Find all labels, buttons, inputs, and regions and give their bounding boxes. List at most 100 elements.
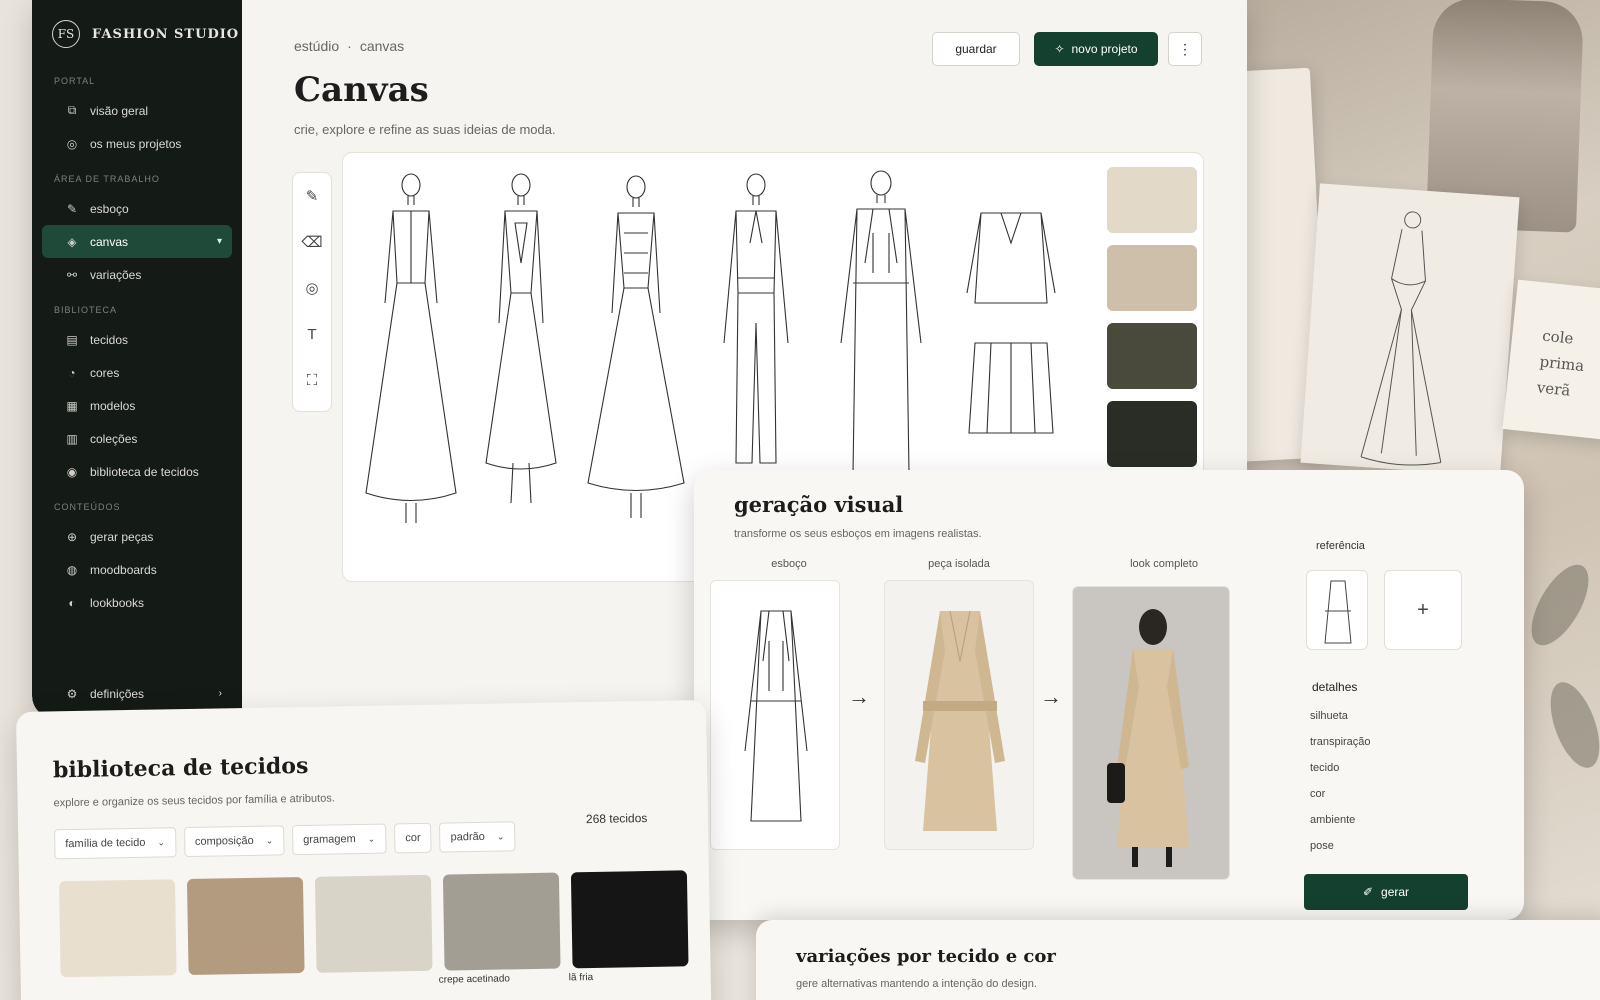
sketch-step-card[interactable] — [710, 580, 840, 850]
fabric-thumbnail[interactable] — [186, 877, 305, 976]
fabric-swatch[interactable] — [1107, 401, 1197, 467]
brand-name: FASHION STUDIO — [92, 26, 240, 42]
details-list: silhueta transpiração tecido cor ambient… — [1310, 710, 1371, 866]
sidebar-item-label: canvas — [90, 234, 129, 249]
sidebar-item-label: definições — [90, 686, 145, 701]
fabric-swatch[interactable] — [1107, 245, 1197, 311]
sidebar-item-label: coleções — [90, 431, 138, 446]
fabrics-icon: ▤ — [66, 332, 78, 347]
sidebar-item-fabrics[interactable]: ▤ tecidos — [42, 323, 232, 356]
panel-subtitle: transforme os seus esboços em imagens re… — [734, 528, 982, 540]
details-title: detalhes — [1312, 680, 1358, 694]
filter-label: cor — [405, 831, 421, 845]
models-icon: ▦ — [66, 398, 78, 413]
sidebar-item-label: lookbooks — [90, 595, 145, 610]
swatch-column — [1107, 167, 1197, 479]
fabric-thumbnail[interactable] — [442, 872, 561, 971]
sidebar-item-generate[interactable]: ⊕ gerar peças — [42, 520, 232, 553]
filter-dropdown[interactable]: cor — [394, 822, 432, 854]
fabric-thumbnail[interactable] — [58, 879, 177, 978]
flat-sketch-top — [966, 212, 1056, 304]
arrow-right-icon: → — [848, 684, 870, 709]
detail-item[interactable]: silhueta — [1310, 710, 1371, 736]
add-reference-button[interactable]: + — [1384, 570, 1462, 650]
sketch-figure — [365, 173, 457, 523]
logo-mark: FS — [52, 20, 80, 48]
detail-item[interactable]: pose — [1310, 840, 1371, 866]
sketch-icon: ✎ — [66, 201, 78, 216]
sidebar-section-title: BIBLIOTECA — [54, 305, 118, 315]
fabric-label: crepe acetinado — [438, 973, 511, 986]
sidebar-item-label: variações — [90, 267, 142, 282]
variations-icon: ⚯ — [66, 267, 78, 282]
generate-button[interactable]: ✐ gerar — [1304, 874, 1468, 910]
overview-icon: ⧉ — [67, 103, 77, 117]
note-line: verã — [1536, 378, 1572, 400]
sidebar-item-fabric-library[interactable]: ◉ biblioteca de tecidos — [42, 455, 232, 488]
text-icon[interactable]: T — [293, 311, 331, 357]
sidebar-item-sketch[interactable]: ✎ esboço — [42, 192, 232, 225]
beige-coat-image — [915, 610, 1005, 831]
projects-icon: ◎ — [66, 136, 78, 151]
fabric-thumbnail[interactable] — [570, 870, 689, 969]
sidebar-item-projects[interactable]: ◎ os meus projetos — [42, 127, 232, 160]
fill-icon[interactable]: ◎ — [293, 265, 331, 311]
fabric-library-panel: biblioteca de tecidos explore e organize… — [16, 699, 712, 1000]
sparkle-icon: ✧ — [1054, 42, 1065, 56]
chevron-right-icon: › — [218, 688, 222, 699]
fabric-swatch[interactable] — [1107, 167, 1197, 233]
brand-logo[interactable]: FS FASHION STUDIO — [32, 20, 242, 48]
step-label: look completo — [1130, 558, 1198, 570]
sidebar-item-label: esboço — [90, 201, 129, 216]
arrow-right-icon: → — [1040, 684, 1062, 709]
panel-title: geração visual — [734, 492, 904, 517]
breadcrumb-item[interactable]: canvas — [360, 38, 404, 54]
sidebar-item-variations[interactable]: ⚯ variações — [42, 258, 232, 291]
detail-item[interactable]: ambiente — [1310, 814, 1371, 840]
select-icon[interactable]: ⛶ — [293, 357, 331, 403]
detail-item[interactable]: cor — [1310, 788, 1371, 814]
more-options-button[interactable]: ⋮ — [1168, 32, 1202, 66]
chevron-down-icon: ⌄ — [157, 836, 166, 848]
sidebar-item-moodboards[interactable]: ◍ moodboards — [42, 553, 232, 586]
breadcrumb-separator: · — [347, 38, 352, 54]
reference-thumbnail[interactable] — [1306, 570, 1368, 650]
filter-dropdown[interactable]: padrão ⌄ — [439, 821, 516, 853]
sidebar-item-models[interactable]: ▦ modelos — [42, 389, 232, 422]
breadcrumb-item[interactable]: estúdio — [294, 38, 339, 54]
generate-icon: ⊕ — [66, 529, 78, 544]
save-button[interactable]: guardar — [932, 32, 1020, 66]
detail-item[interactable]: tecido — [1310, 762, 1371, 788]
settings-icon: ⚙ — [66, 686, 78, 701]
collections-icon: ▥ — [66, 431, 78, 446]
eraser-icon[interactable]: ⌫ — [293, 219, 331, 265]
sidebar-item-canvas[interactable]: ◈ canvas ▾ — [42, 225, 232, 258]
generate-label: gerar — [1381, 885, 1410, 899]
fabric-swatch[interactable] — [1107, 323, 1197, 389]
filter-dropdown[interactable]: gramagem ⌄ — [291, 823, 387, 856]
pencil-icon[interactable]: ✎ — [293, 173, 331, 219]
sidebar-item-lookbooks[interactable]: ◐ lookbooks — [42, 586, 232, 619]
breadcrumb: estúdio · canvas — [294, 38, 404, 54]
sidebar-item-label: biblioteca de tecidos — [90, 464, 199, 479]
filter-dropdown[interactable]: família de tecido ⌄ — [54, 827, 177, 860]
sketch-figure — [840, 170, 922, 474]
new-project-label: novo projeto — [1071, 42, 1138, 56]
sketch-figure — [587, 175, 685, 518]
sidebar-item-label: gerar peças — [90, 529, 154, 544]
detail-item[interactable]: transpiração — [1310, 736, 1371, 762]
panel-subtitle: explore e organize os seus tecidos por f… — [53, 792, 335, 810]
sidebar-item-colors[interactable]: ◔ cores — [42, 356, 232, 389]
fabric-label: lã fria — [568, 971, 594, 984]
filter-dropdown[interactable]: composição ⌄ — [183, 825, 285, 858]
filter-label: composição — [194, 834, 254, 848]
sidebar-item-overview[interactable]: ⧉ visão geral — [42, 94, 232, 127]
full-look-card[interactable] — [1072, 586, 1230, 880]
fabric-thumbnail[interactable] — [314, 874, 433, 973]
new-project-button[interactable]: ✧ novo projeto — [1034, 32, 1158, 66]
sidebar-item-collections[interactable]: ▥ coleções — [42, 422, 232, 455]
sidebar-footer: ⚙ definições › — [32, 677, 242, 710]
sidebar-item-settings[interactable]: ⚙ definições › — [42, 677, 232, 710]
isolated-piece-card[interactable] — [884, 580, 1034, 850]
sidebar-item-label: tecidos — [90, 332, 129, 347]
